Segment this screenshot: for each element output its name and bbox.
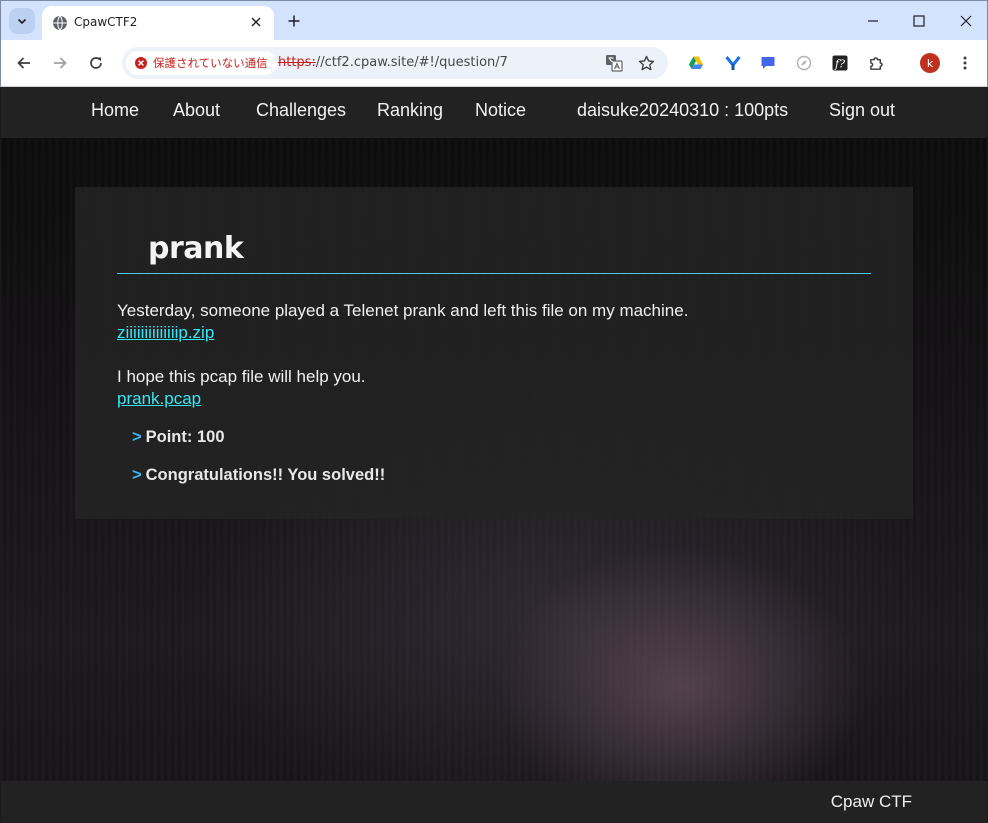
plus-icon <box>288 15 300 27</box>
translate-button[interactable] <box>602 51 626 75</box>
point-info: > Point: 100 <box>132 428 225 447</box>
page-viewport: Home About Challenges Ranking Notice dai… <box>1 87 987 823</box>
site-footer: Cpaw CTF <box>1 781 987 823</box>
solved-text: Congratulations!! You solved!! <box>145 466 386 484</box>
svg-text:f?: f? <box>834 58 845 71</box>
question-card: prank Yesterday, someone played a Telene… <box>75 187 913 519</box>
minimize-button[interactable] <box>861 9 885 33</box>
puzzle-icon <box>869 56 883 70</box>
title-divider <box>117 273 871 274</box>
extension-compass[interactable] <box>792 51 816 75</box>
close-icon <box>960 15 972 27</box>
nav-signout-link[interactable]: Sign out <box>829 100 895 121</box>
footer-brand: Cpaw CTF <box>830 792 912 811</box>
reload-icon <box>90 57 102 69</box>
arrow-marker: > <box>132 428 142 446</box>
arrow-marker: > <box>132 466 142 484</box>
browser-tab-active[interactable]: CpawCTF2 <box>42 6 274 41</box>
nav-challenges-link[interactable]: Challenges <box>256 100 346 121</box>
nav-ranking-link[interactable]: Ranking <box>377 100 443 121</box>
nav-home-link[interactable]: Home <box>91 100 139 121</box>
arrow-left-icon <box>17 57 30 69</box>
solved-status: > Congratulations!! You solved!! <box>132 466 385 485</box>
extensions-menu-button[interactable] <box>864 51 888 75</box>
address-bar[interactable]: 保護されていない通信 https://ctf2.cpaw.site/#!/que… <box>122 47 668 79</box>
url-text[interactable]: https://ctf2.cpaw.site/#!/question/7 <box>278 55 508 70</box>
close-icon <box>251 17 261 27</box>
extension-font[interactable]: f? <box>828 51 852 75</box>
translate-icon <box>606 55 623 72</box>
maximize-button[interactable] <box>907 9 931 33</box>
tab-search-button[interactable] <box>9 8 35 34</box>
site-navbar: Home About Challenges Ranking Notice dai… <box>1 87 987 138</box>
nav-user-score-link[interactable]: daisuke20240310 : 100pts <box>577 100 788 121</box>
browser-menu-button[interactable] <box>953 51 977 75</box>
zip-download-link[interactable]: ziiiiiiiiiiiiiip.zip <box>117 323 214 343</box>
star-icon <box>638 55 654 70</box>
extension-chat[interactable] <box>756 51 780 75</box>
arrow-right-icon <box>54 57 67 69</box>
reload-button[interactable] <box>84 51 108 75</box>
bookmark-button[interactable] <box>634 51 658 75</box>
nav-notice-link[interactable]: Notice <box>475 100 526 121</box>
y-logo-icon <box>725 56 741 70</box>
chevron-down-icon <box>17 18 27 25</box>
question-title: prank <box>148 231 244 266</box>
warning-icon <box>135 57 147 69</box>
security-chip[interactable]: 保護されていない通信 <box>126 51 277 75</box>
profile-avatar[interactable]: k <box>920 53 940 73</box>
more-vertical-icon <box>963 56 967 70</box>
forward-button[interactable] <box>48 51 72 75</box>
window-close-button[interactable] <box>954 9 978 33</box>
tab-close-button[interactable] <box>246 12 266 32</box>
question-description-2: I hope this pcap file will help you. <box>117 367 366 386</box>
pcap-download-link[interactable]: prank.pcap <box>117 389 201 409</box>
extension-y[interactable] <box>721 51 745 75</box>
font-question-icon: f? <box>832 55 848 71</box>
url-scheme: https: <box>278 55 316 70</box>
new-tab-button[interactable] <box>283 10 305 32</box>
browser-toolbar: 保護されていない通信 https://ctf2.cpaw.site/#!/que… <box>0 40 988 87</box>
google-drive-icon <box>689 56 703 69</box>
browser-tab-strip: CpawCTF2 <box>0 0 988 41</box>
url-path: //ctf2.cpaw.site/#!/question/7 <box>315 55 508 70</box>
compass-icon <box>796 55 812 71</box>
maximize-icon <box>913 15 925 27</box>
globe-icon <box>53 15 67 31</box>
tab-title: CpawCTF2 <box>74 15 138 29</box>
point-text: Point: 100 <box>145 428 225 446</box>
extension-google-drive[interactable] <box>684 51 708 75</box>
question-description-1: Yesterday, someone played a Telenet pran… <box>117 301 689 320</box>
security-label: 保護されていない通信 <box>153 56 268 70</box>
chat-bubble-icon <box>761 57 775 69</box>
minimize-icon <box>868 20 878 22</box>
nav-about-link[interactable]: About <box>173 100 220 121</box>
back-button[interactable] <box>12 51 36 75</box>
